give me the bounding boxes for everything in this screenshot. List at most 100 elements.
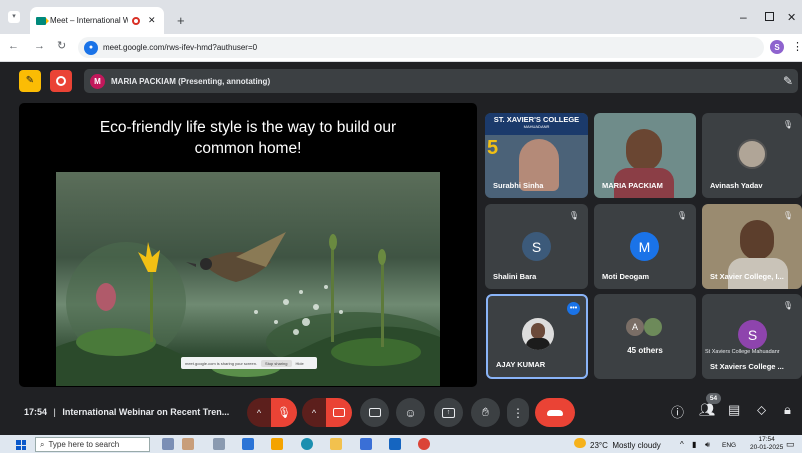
browser-tab[interactable]: Meet – International Webin ✕ [30,7,164,34]
participant-name: St Xaviers College ... [710,362,784,371]
reload-icon[interactable]: ↻ [57,41,66,52]
taskbar-app-icon[interactable] [182,438,194,450]
participant-name: MARIA PACKIAM [602,181,663,190]
participant-name: Shalini Bara [493,272,537,281]
windows-start-icon[interactable] [16,440,26,450]
meeting-time: 17:54 [24,407,48,417]
participant-tile-others[interactable]: A 45 others [594,294,696,379]
annotation-toggle-button[interactable]: ✎ [19,70,41,92]
new-tab-icon[interactable]: + [177,13,185,28]
restore-icon[interactable] [765,12,774,21]
screen-share-notice: meet.google.com is sharing your screen. … [181,357,317,369]
camera-off-icon [333,408,345,417]
file-explorer-icon[interactable] [330,438,342,450]
tab-close-icon[interactable]: ✕ [148,15,156,26]
weather-text[interactable]: 23°C Mostly cloudy [590,441,661,450]
video-settings-button[interactable]: ^ [302,398,326,427]
more-options-icon[interactable]: ••• [567,302,580,315]
meet-favicon-icon [36,16,49,25]
banner-number-badge: 5 [487,137,499,159]
captions-icon [368,408,381,417]
raise-hand-button[interactable]: ✋︎ [471,398,500,427]
participant-tile-shalini-bara[interactable]: 🎙︎ S Shalini Bara [485,204,588,289]
forward-icon[interactable]: → [34,41,45,52]
participant-avatar [737,139,767,169]
weather-icon [574,438,586,448]
notification-icon[interactable]: ▭ [786,439,795,450]
more-options-button[interactable]: ⋮ [507,398,529,427]
mic-off-icon: 🎙︎ [277,407,291,419]
meeting-title: International Webinar on Recent Tren... [62,407,230,417]
profile-avatar[interactable]: S [770,40,784,54]
participant-tile-ajay-kumar[interactable]: ••• AJAY KUMAR [486,294,588,379]
others-avatar-initial: A [626,318,644,336]
leave-call-button[interactable] [535,398,575,427]
participant-tile-st-xavier-college[interactable]: 🎙︎ St Xavier College, I... [702,204,802,289]
presentation-bar: M MARIA PACKIAM (Presenting, annotating) [84,69,798,93]
participant-subtitle: St Xaviers College Mahuadanr [705,349,780,355]
meeting-details-icon[interactable]: ⓘ [671,402,684,421]
host-controls-icon[interactable]: 🔒︎ [784,402,791,418]
presenter-avatar: M [90,73,105,89]
present-icon: ↑ [442,407,455,418]
mic-off-icon: 🎙︎ [782,301,794,310]
meeting-info-divider: | [53,407,56,417]
chrome-icon[interactable] [418,438,430,450]
recording-indicator-icon [132,16,140,25]
minimize-icon[interactable]: – [740,10,747,24]
participant-tile-st-xaviers-college[interactable]: 🎙︎ S St Xaviers College Mahuadanr St Xav… [702,294,802,379]
taskbar-app-icon[interactable] [242,438,254,450]
participant-avatar [522,318,554,350]
browser-menu-icon[interactable]: ⋮ [792,40,802,53]
slide-photo-bird-splash [56,172,446,386]
task-view-icon[interactable] [213,438,225,450]
edge-browser-icon[interactable] [301,438,313,450]
participant-tile-maria-packiam[interactable]: MARIA PACKIAM [594,113,696,198]
tray-volume-icon[interactable]: 🔊︎ [705,440,710,450]
participant-name: Moti Deogam [602,272,650,281]
present-screen-button[interactable]: ↑ [434,398,463,427]
hang-up-icon [547,409,563,416]
tab-title: Meet – International Webin [50,16,128,25]
activities-icon[interactable]: ⬦ [757,402,766,418]
share-notice-text: meet.google.com is sharing your screen. [185,360,258,366]
captions-button[interactable] [360,398,389,427]
taskbar-clock[interactable]: 17:54 20-01-2025 [750,436,783,452]
stop-presenting-button[interactable] [50,70,72,92]
participant-tile-surabhi-sinha[interactable]: ST. XAVIER'S COLLEGE MAHUADANR 5 Surabhi… [485,113,588,198]
stop-sharing-button[interactable]: Stop sharing [261,359,292,367]
mic-off-icon: 🎙︎ [782,120,794,129]
close-window-icon[interactable]: ✕ [787,11,796,24]
people-icon[interactable]: 👥︎ [699,402,716,418]
more-vert-icon: ⋮ [512,405,524,420]
participant-name: Surabhi Sinha [493,181,544,190]
tray-language[interactable]: ENG [722,442,736,449]
mail-icon[interactable] [389,438,401,450]
hide-share-button[interactable]: Hide [296,361,304,366]
mic-off-icon: 🎙︎ [568,211,580,220]
tray-expand-icon[interactable]: ^ [680,440,684,449]
participant-tile-avinash-yadav[interactable]: 🎙︎ Avinash Yadav [702,113,802,198]
taskbar-search-box[interactable]: ⌕ Type here to search [35,437,150,452]
store-icon[interactable] [360,438,372,450]
reactions-button[interactable]: ☺ [396,398,425,427]
annotation-pen-icon[interactable]: ✎ [783,74,793,88]
participant-name: Avinash Yadav [710,181,763,190]
people-count-badge: 54 [706,393,721,404]
participant-tile-moti-deogam[interactable]: 🎙︎ M Moti Deogam [594,204,696,289]
emoji-icon: ☺ [404,405,417,420]
url-bar[interactable]: ● meet.google.com/rws-ifev-hmd?authuser=… [78,37,764,58]
participant-name: St Xavier College, I... [710,272,784,281]
chat-icon[interactable]: ▤ [728,402,740,418]
browser-tab-bar: ▾ Meet – International Webin ✕ + – ✕ [0,0,802,34]
site-info-icon[interactable]: ● [84,40,98,55]
taskbar-app-icon[interactable] [162,438,174,450]
audio-settings-button[interactable]: ^ [247,398,271,427]
others-count-label: 45 others [627,346,663,355]
tab-list-icon[interactable]: ▾ [8,11,20,23]
participant-video-face [740,220,774,260]
back-icon[interactable]: ← [8,41,19,52]
college-banner: ST. XAVIER'S COLLEGE MAHUADANR [485,113,588,135]
taskbar-app-icon[interactable] [271,438,283,450]
hand-icon: ✋︎ [482,405,489,419]
